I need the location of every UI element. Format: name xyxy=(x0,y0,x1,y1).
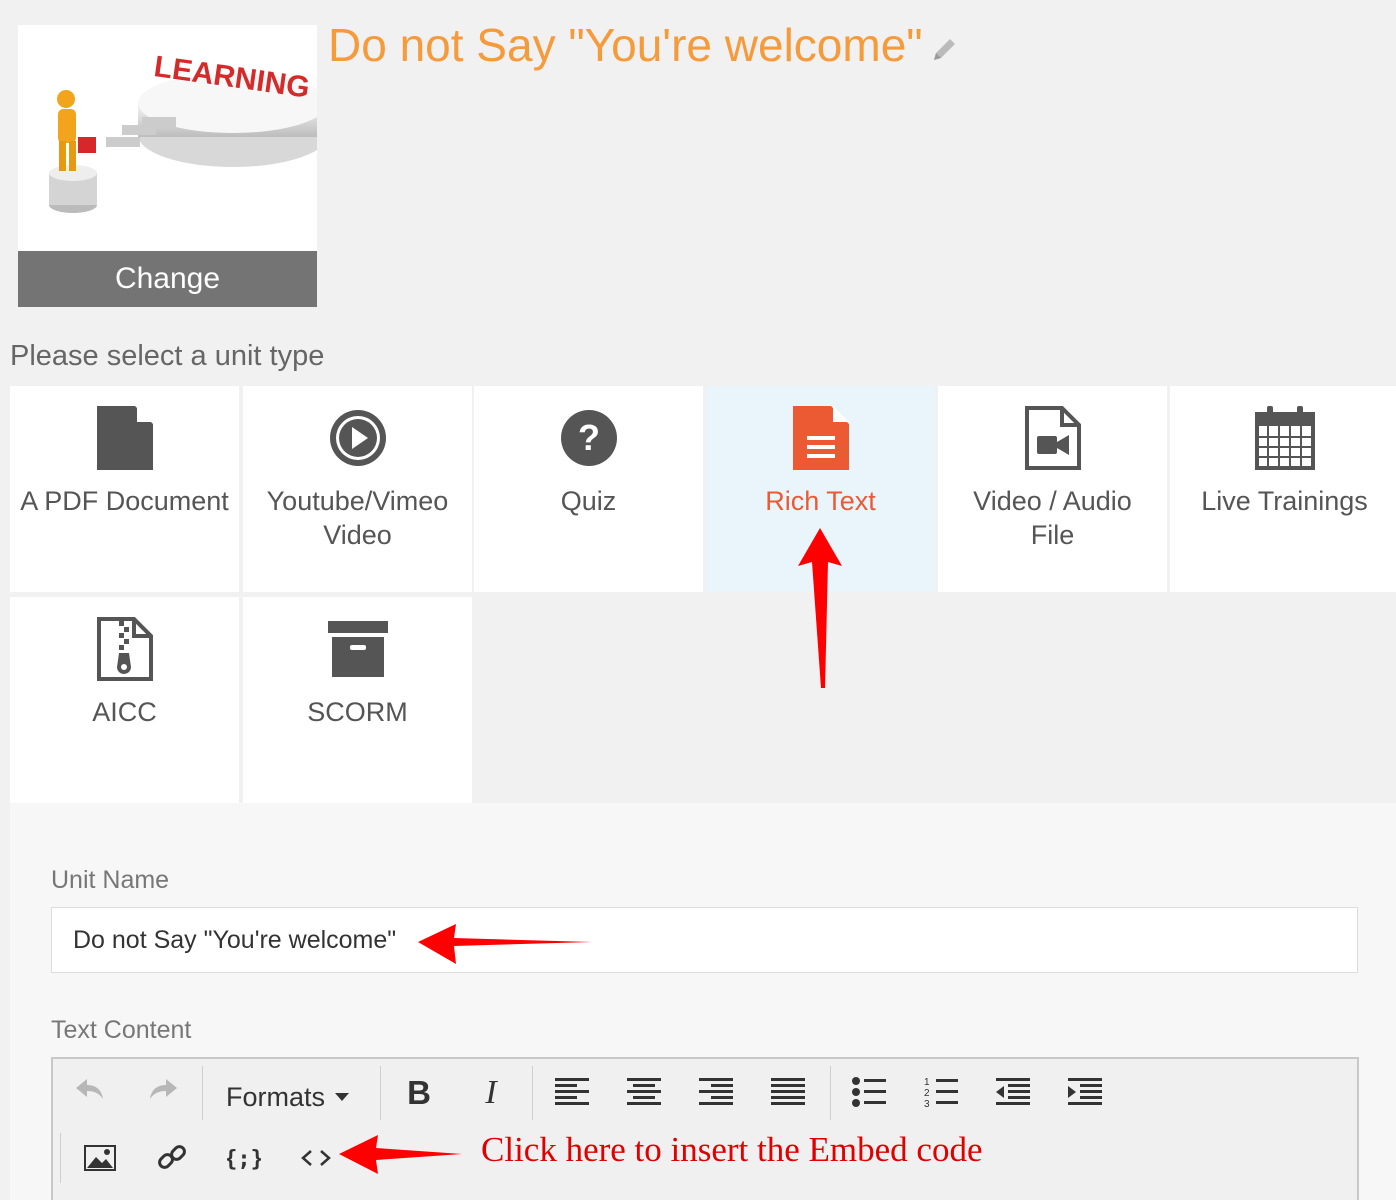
embed-code-icon[interactable] xyxy=(296,1140,336,1176)
file-video-icon xyxy=(1024,406,1081,470)
unit-type-label: Rich Text xyxy=(765,486,876,516)
unit-type-richtext[interactable]: Rich Text xyxy=(706,386,935,592)
image-icon[interactable] xyxy=(80,1140,120,1176)
archive-box-icon xyxy=(327,621,388,677)
unit-type-grid: A PDF Document Youtube/Vimeo Video ? Qui… xyxy=(10,386,1396,803)
formats-dropdown[interactable]: Formats xyxy=(226,1076,350,1118)
italic-button[interactable]: I xyxy=(472,1072,510,1114)
bullet-list-icon[interactable] xyxy=(850,1075,888,1109)
unit-type-quiz[interactable]: ? Quiz xyxy=(474,386,703,592)
undo-icon[interactable] xyxy=(70,1070,110,1110)
unit-type-label: Quiz xyxy=(560,486,617,516)
learning-illustration: LEARNING xyxy=(49,50,317,213)
document-text-icon xyxy=(792,406,849,470)
pencil-icon[interactable] xyxy=(930,34,960,64)
indent-icon[interactable] xyxy=(1066,1075,1104,1109)
align-center-icon[interactable] xyxy=(625,1075,663,1109)
unit-type-label: A PDF Document xyxy=(20,486,229,516)
course-title: Do not Say "You're welcome" xyxy=(328,19,923,71)
svg-text:3: 3 xyxy=(924,1099,930,1108)
svg-text:?: ? xyxy=(578,417,600,458)
course-thumbnail: LEARNING Change xyxy=(18,25,317,307)
unit-name-label: Unit Name xyxy=(51,866,170,894)
unit-type-label: AICC xyxy=(92,697,157,727)
align-justify-icon[interactable] xyxy=(769,1075,807,1109)
svg-text:2: 2 xyxy=(924,1088,930,1099)
unit-name-input[interactable] xyxy=(51,907,1358,973)
unit-type-youtube[interactable]: Youtube/Vimeo Video xyxy=(243,386,472,592)
unit-type-scorm[interactable]: SCORM xyxy=(243,597,472,803)
align-right-icon[interactable] xyxy=(697,1075,735,1109)
toolbar-separator xyxy=(532,1066,533,1120)
redo-icon[interactable] xyxy=(143,1070,183,1110)
unit-type-aicc[interactable]: AICC xyxy=(10,597,239,803)
unit-type-heading: Please select a unit type xyxy=(10,340,325,372)
toolbar-separator xyxy=(830,1066,831,1120)
bold-button[interactable]: B xyxy=(400,1072,438,1114)
numbered-list-icon[interactable]: 123 xyxy=(922,1075,960,1109)
svg-text:{;}: {;} xyxy=(227,1147,261,1172)
embed-annotation: Click here to insert the Embed code xyxy=(481,1130,983,1169)
file-archive-icon xyxy=(96,617,153,681)
change-thumbnail-button[interactable]: Change xyxy=(18,251,317,307)
text-content-label: Text Content xyxy=(51,1016,192,1044)
align-left-icon[interactable] xyxy=(553,1075,591,1109)
unit-type-live[interactable]: Live Trainings xyxy=(1170,386,1396,592)
outdent-icon[interactable] xyxy=(994,1075,1032,1109)
caret-down-icon xyxy=(335,1093,350,1101)
unit-type-video[interactable]: Video / Audio File xyxy=(938,386,1167,592)
formats-label: Formats xyxy=(226,1081,326,1112)
toolbar-separator xyxy=(380,1066,381,1120)
file-icon xyxy=(96,406,153,470)
toolbar-separator xyxy=(60,1133,61,1183)
question-circle-icon: ? xyxy=(560,410,617,466)
calendar-icon xyxy=(1254,406,1315,470)
code-sample-icon[interactable]: {;} xyxy=(224,1140,264,1176)
unit-type-label: Live Trainings xyxy=(1201,486,1368,516)
svg-text:1: 1 xyxy=(924,1077,930,1088)
unit-type-label: SCORM xyxy=(307,697,408,727)
unit-type-label: Video / Audio File xyxy=(973,486,1132,550)
unit-type-pdf[interactable]: A PDF Document xyxy=(10,386,239,592)
toolbar-separator xyxy=(202,1066,203,1120)
play-circle-icon xyxy=(329,410,386,466)
unit-type-label: Youtube/Vimeo Video xyxy=(266,486,449,550)
link-icon[interactable] xyxy=(152,1138,192,1176)
